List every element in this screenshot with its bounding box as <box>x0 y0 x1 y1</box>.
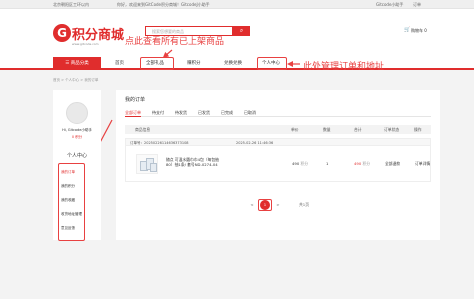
col-quantity: 数量 <box>323 127 331 132</box>
total-label: 积分 <box>362 161 371 166</box>
quantity: 1 <box>326 161 329 166</box>
sidebar-item-orders[interactable]: 我的订单 <box>61 170 75 175</box>
unit-price: 490 积分 <box>292 161 308 167</box>
avatar[interactable] <box>66 102 88 124</box>
total-value: 490 <box>354 161 362 166</box>
tab-unpaid[interactable]: 待支付 <box>152 108 164 117</box>
table-header: 商品信息 单价 数量 合计 订单状态 操作 <box>125 125 431 134</box>
table-row: 随点 可温水圆巾巾4包（每包抽80）抽1条/ 套号ND-0274-04 490 … <box>125 146 431 182</box>
next-page-button[interactable]: > <box>275 200 281 210</box>
sidebar: Hi, Gitcode小助手 0 积分 个人中心 我的订单 我的积分 我的收藏 … <box>53 90 101 241</box>
order-tabs: 全部订单 待支付 待发货 已发货 已完成 已取消 <box>125 108 431 117</box>
sidebar-item-feedback[interactable]: 意见反馈 <box>61 226 75 231</box>
order-number: 订单号：20250226114636373108 <box>130 140 189 145</box>
tab-cancelled[interactable]: 已取消 <box>244 108 256 117</box>
main-panel: 我的订单 全部订单 待支付 待发货 已发货 已完成 已取消 商品信息 单价 数量… <box>116 90 440 240</box>
product-image[interactable] <box>136 154 158 174</box>
total-pages-text: 共1页 <box>298 202 309 207</box>
col-total: 合计 <box>354 127 362 132</box>
unit-price-label: 积分 <box>300 161 309 166</box>
pagination: < 1 > 共1页 <box>116 200 440 210</box>
tab-unshipped[interactable]: 待发货 <box>175 108 187 117</box>
col-status: 订单状态 <box>384 127 400 132</box>
tab-completed[interactable]: 已完成 <box>221 108 233 117</box>
arrow-to-all-gifts <box>162 49 173 58</box>
highlight-pager <box>258 199 272 211</box>
sidebar-item-address[interactable]: 收货地址管理 <box>61 212 82 217</box>
order-header: 订单号：20250226114636373108 2025-02-26 11:4… <box>125 138 431 146</box>
tab-shipped[interactable]: 已发货 <box>198 108 210 117</box>
username: Hi, Gitcode小助手 <box>62 128 92 132</box>
points-text[interactable]: 0 积分 <box>53 135 101 140</box>
breadcrumb: 首页 > 个人中心 > 我的订单 <box>53 78 99 82</box>
prev-page-button[interactable]: < <box>249 200 255 210</box>
col-price: 单价 <box>291 127 299 132</box>
order-total: 490 积分 <box>354 161 370 167</box>
product-name[interactable]: 随点 可温水圆巾巾4包（每包抽80）抽1条/ 套号ND-0274-04 <box>166 157 222 167</box>
tab-all[interactable]: 全部订单 <box>125 108 141 117</box>
unit-price-value: 490 <box>292 161 300 166</box>
sidebar-title: 个人中心 <box>66 153 87 159</box>
status-badge: 全部退款 <box>385 161 401 166</box>
order-time: 2025-02-26 11:46:36 <box>236 140 274 145</box>
col-action: 操作 <box>414 127 422 132</box>
col-product: 商品信息 <box>135 127 151 132</box>
page-title: 我的订单 <box>125 97 146 103</box>
sidebar-item-favorites[interactable]: 我的收藏 <box>61 198 75 203</box>
sidebar-item-points[interactable]: 我的积分 <box>61 184 75 189</box>
order-detail-link[interactable]: 订单详情 <box>415 161 430 167</box>
